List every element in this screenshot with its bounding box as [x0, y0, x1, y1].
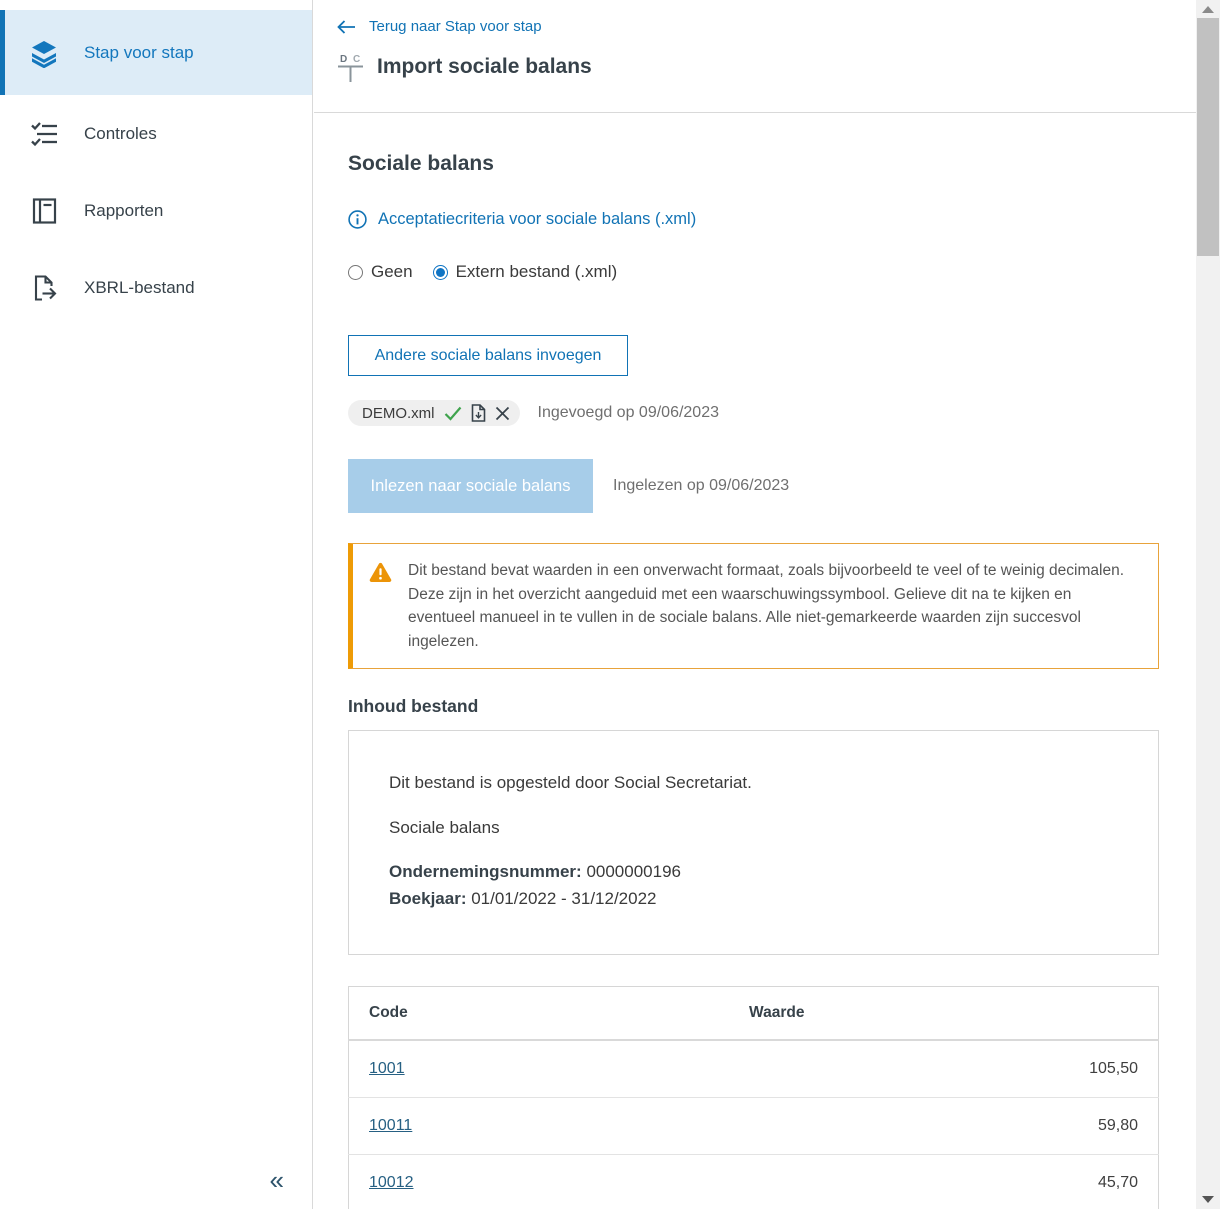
scroll-down-icon[interactable] [1202, 1196, 1214, 1203]
table-header-row: Code Waarde [349, 987, 1159, 1041]
page-title: Import sociale balans [377, 55, 592, 79]
file-content-line1: Dit bestand is opgesteld door Social Sec… [389, 773, 1118, 793]
sidebar-item-controles[interactable]: Controles [0, 95, 312, 172]
sidebar-item-label: Rapporten [84, 201, 163, 221]
sidebar-item-label: Controles [84, 124, 157, 144]
table-row: 1001 105,50 [349, 1040, 1159, 1098]
radio-extern-bestand-label: Extern bestand (.xml) [456, 262, 618, 282]
file-export-icon [28, 272, 60, 304]
code-value: 45,70 [729, 1155, 1158, 1209]
file-chip: DEMO.xml [348, 400, 520, 426]
table-row: 10011 59,80 [349, 1098, 1159, 1155]
sidebar-item-stap-voor-stap[interactable]: Stap voor stap [0, 10, 312, 95]
fiscal-year-label: Boekjaar: [389, 889, 466, 908]
table-row: 10012 45,70 [349, 1155, 1159, 1209]
file-download-icon[interactable] [471, 404, 486, 422]
acceptance-criteria-label: Acceptatiecriteria voor sociale balans (… [378, 210, 696, 229]
source-radio-group: Geen Extern bestand (.xml) [348, 262, 1159, 282]
check-icon [444, 406, 462, 421]
main-panel: Terug naar Stap voor stap D C Import soc… [314, 0, 1196, 1209]
sidebar-nav: Stap voor stap Controles [0, 0, 312, 326]
codes-table: Code Waarde 1001 105,50 10011 59,80 1001… [348, 986, 1159, 1209]
sidebar-item-label: XBRL-bestand [84, 278, 195, 298]
sidebar-item-label: Stap voor stap [84, 43, 194, 63]
code-link[interactable]: 10012 [369, 1174, 414, 1191]
back-link-label: Terug naar Stap voor stap [369, 18, 542, 35]
page-title-row: D C Import sociale balans [337, 51, 1196, 83]
section-title: Sociale balans [348, 151, 1159, 177]
file-content-line2: Sociale balans [389, 818, 1118, 838]
column-header-code: Code [349, 987, 730, 1041]
enterprise-number-row: Ondernemingsnummer: 0000000196 [389, 858, 1118, 885]
import-sociale-balans-page: Stap voor stap Controles [0, 0, 1220, 1209]
sidebar: Stap voor stap Controles [0, 0, 313, 1209]
uploaded-file-row: DEMO.xml [348, 400, 1159, 426]
code-link[interactable]: 1001 [369, 1060, 405, 1077]
radio-circle-unchecked[interactable] [348, 265, 363, 280]
enterprise-number-value: 0000000196 [586, 862, 681, 881]
code-link[interactable]: 10011 [369, 1117, 412, 1134]
enterprise-number-label: Ondernemingsnummer: [389, 862, 582, 881]
inserted-date-text: Ingevoegd op 09/06/2023 [538, 404, 720, 422]
column-header-waarde: Waarde [729, 987, 1158, 1041]
checklist-icon [28, 118, 60, 150]
acceptance-criteria-link[interactable]: Acceptatiecriteria voor sociale balans (… [348, 210, 696, 229]
radio-geen-label: Geen [371, 262, 413, 282]
info-icon [348, 210, 367, 229]
fiscal-year-value: 01/01/2022 - 31/12/2022 [471, 889, 656, 908]
sidebar-collapse-button[interactable]: « [270, 1167, 284, 1193]
fiscal-year-row: Boekjaar: 01/01/2022 - 31/12/2022 [389, 885, 1118, 912]
file-content-heading: Inhoud bestand [348, 695, 1159, 717]
file-content-box: Dit bestand is opgesteld door Social Sec… [348, 730, 1159, 955]
read-date-text: Ingelezen op 09/06/2023 [613, 477, 789, 495]
layers-icon [28, 37, 60, 69]
warning-banner: Dit bestand bevat waarden in een onverwa… [348, 543, 1159, 669]
t-account-icon: D C [337, 51, 364, 83]
insert-other-balance-button[interactable]: Andere sociale balans invoegen [348, 335, 628, 376]
radio-geen[interactable]: Geen [348, 262, 413, 282]
report-icon [28, 195, 60, 227]
file-content-fields: Ondernemingsnummer: 0000000196 Boekjaar:… [389, 858, 1118, 912]
scrollbar-thumb[interactable] [1197, 18, 1219, 256]
code-value: 105,50 [729, 1040, 1158, 1098]
svg-text:C: C [353, 54, 360, 65]
back-link[interactable]: Terug naar Stap voor stap [337, 18, 542, 35]
chevrons-left-icon: « [270, 1165, 284, 1195]
warning-icon [369, 562, 392, 583]
code-value: 59,80 [729, 1098, 1158, 1155]
arrow-left-icon [337, 20, 356, 34]
sidebar-item-xbrl-bestand[interactable]: XBRL-bestand [0, 249, 312, 326]
sidebar-item-rapporten[interactable]: Rapporten [0, 172, 312, 249]
scroll-up-icon[interactable] [1202, 6, 1214, 13]
warning-message: Dit bestand bevat waarden in een onverwa… [408, 559, 1140, 653]
read-file-row: Inlezen naar sociale balans Ingelezen op… [348, 459, 1159, 513]
radio-circle-checked[interactable] [433, 265, 448, 280]
svg-text:D: D [340, 54, 347, 65]
vertical-scrollbar[interactable] [1196, 0, 1220, 1209]
remove-file-icon[interactable] [495, 406, 510, 421]
read-to-social-balance-button[interactable]: Inlezen naar sociale balans [348, 459, 593, 513]
page-content: Sociale balans Acceptatiecriteria voor s… [314, 151, 1196, 1209]
page-header: Terug naar Stap voor stap D C Import soc… [314, 0, 1196, 113]
radio-extern-bestand[interactable]: Extern bestand (.xml) [433, 262, 618, 282]
file-name: DEMO.xml [362, 405, 435, 422]
